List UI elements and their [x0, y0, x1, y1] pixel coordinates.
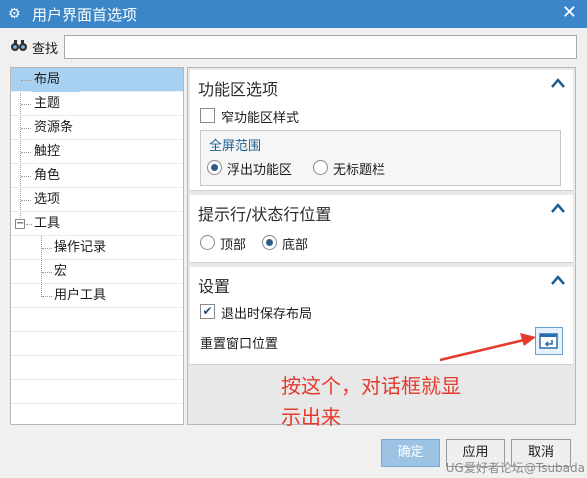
- search-label: 查找: [32, 41, 59, 57]
- no-titlebar-radio[interactable]: [313, 160, 328, 175]
- top-position-label: 顶部: [220, 238, 247, 253]
- fullscreen-group: 全屏范围 浮出功能区 无标题栏: [200, 130, 561, 186]
- search-input[interactable]: [64, 35, 577, 59]
- tree-item-label: 工具: [34, 216, 61, 231]
- group-title: 全屏范围: [209, 139, 262, 154]
- narrow-ribbon-label: 窄功能区样式: [221, 111, 300, 126]
- no-titlebar-label: 无标题栏: [333, 163, 386, 178]
- annotation-text: 按这个，对话框就显 示出来: [281, 371, 541, 433]
- float-ribbon-label: 浮出功能区: [227, 163, 293, 178]
- ribbon-options-section: 功能区选项 窄功能区样式 全屏范围 浮出功能区 无标题栏: [190, 70, 573, 191]
- close-icon[interactable]: ✕: [562, 2, 577, 23]
- settings-section: 设置 ✔ 退出时保存布局 重置窗口位置: [190, 267, 573, 365]
- collapse-section-icon[interactable]: [551, 201, 565, 217]
- tree-item-label: 触控: [34, 144, 61, 159]
- tree-item-theme[interactable]: 主题: [11, 92, 183, 116]
- tree-item-macro[interactable]: 宏: [11, 260, 183, 284]
- tree-item-label: 宏: [54, 264, 68, 279]
- ok-button[interactable]: 确定: [381, 439, 440, 467]
- tree-item-label: 用户工具: [54, 288, 107, 303]
- watermark: UG爱好者论坛@Tsubada: [445, 461, 585, 475]
- save-layout-checkbox[interactable]: ✔: [200, 304, 215, 319]
- window-title: 用户界面首选项: [32, 5, 138, 24]
- tree-item-label: 操作记录: [54, 240, 107, 255]
- tree-item-resource-bar[interactable]: 资源条: [11, 116, 183, 140]
- tree-item-label: 资源条: [34, 120, 74, 135]
- top-position-radio[interactable]: [200, 235, 215, 250]
- collapse-icon[interactable]: −: [15, 219, 25, 229]
- tree-empty-row: [11, 380, 183, 404]
- tree-item-label: 选项: [34, 192, 61, 207]
- float-ribbon-radio[interactable]: [207, 160, 222, 175]
- tree-item-tools[interactable]: − 工具: [11, 212, 183, 236]
- reset-window-icon: [539, 333, 558, 349]
- gear-icon: ⚙: [8, 6, 21, 22]
- reset-window-position-button[interactable]: [535, 327, 563, 355]
- annotation-line: 示出来: [281, 405, 341, 429]
- tree-empty-row: [11, 308, 183, 332]
- bottom-position-radio[interactable]: [262, 235, 277, 250]
- title-bar: ⚙ 用户界面首选项 ✕: [0, 0, 587, 28]
- section-title: 功能区选项: [198, 80, 279, 99]
- annotation-line: 按这个，对话框就显: [281, 374, 461, 398]
- tree-empty-row: [11, 356, 183, 380]
- collapse-section-icon[interactable]: [551, 273, 565, 289]
- search-row: 查找: [10, 34, 577, 60]
- tree-item-label: 布局: [32, 68, 81, 92]
- tree-item-label: 主题: [34, 96, 61, 111]
- tree-item-layout[interactable]: 布局: [11, 68, 183, 92]
- section-title: 设置: [198, 277, 231, 296]
- tree-item-role[interactable]: 角色: [11, 164, 183, 188]
- collapse-section-icon[interactable]: [551, 76, 565, 92]
- tree-item-label: 角色: [34, 168, 61, 183]
- bottom-position-label: 底部: [282, 238, 309, 253]
- tree-item-operation-log[interactable]: 操作记录: [11, 236, 183, 260]
- tree-empty-row: [11, 332, 183, 356]
- tree-item-options[interactable]: 选项: [11, 188, 183, 212]
- category-tree: 布局 主题 资源条 触控 角色 选项 − 工具 操作记录 宏 用户工具: [10, 67, 184, 425]
- tree-item-user-tools[interactable]: 用户工具: [11, 284, 183, 308]
- prompt-status-position-section: 提示行/状态行位置 顶部 底部: [190, 195, 573, 263]
- tree-item-touch[interactable]: 触控: [11, 140, 183, 164]
- binoculars-icon: [10, 38, 32, 56]
- reset-window-label: 重置窗口位置: [200, 337, 279, 352]
- save-layout-label: 退出时保存布局: [221, 307, 313, 322]
- narrow-ribbon-checkbox[interactable]: [200, 108, 215, 123]
- section-title: 提示行/状态行位置: [198, 205, 332, 224]
